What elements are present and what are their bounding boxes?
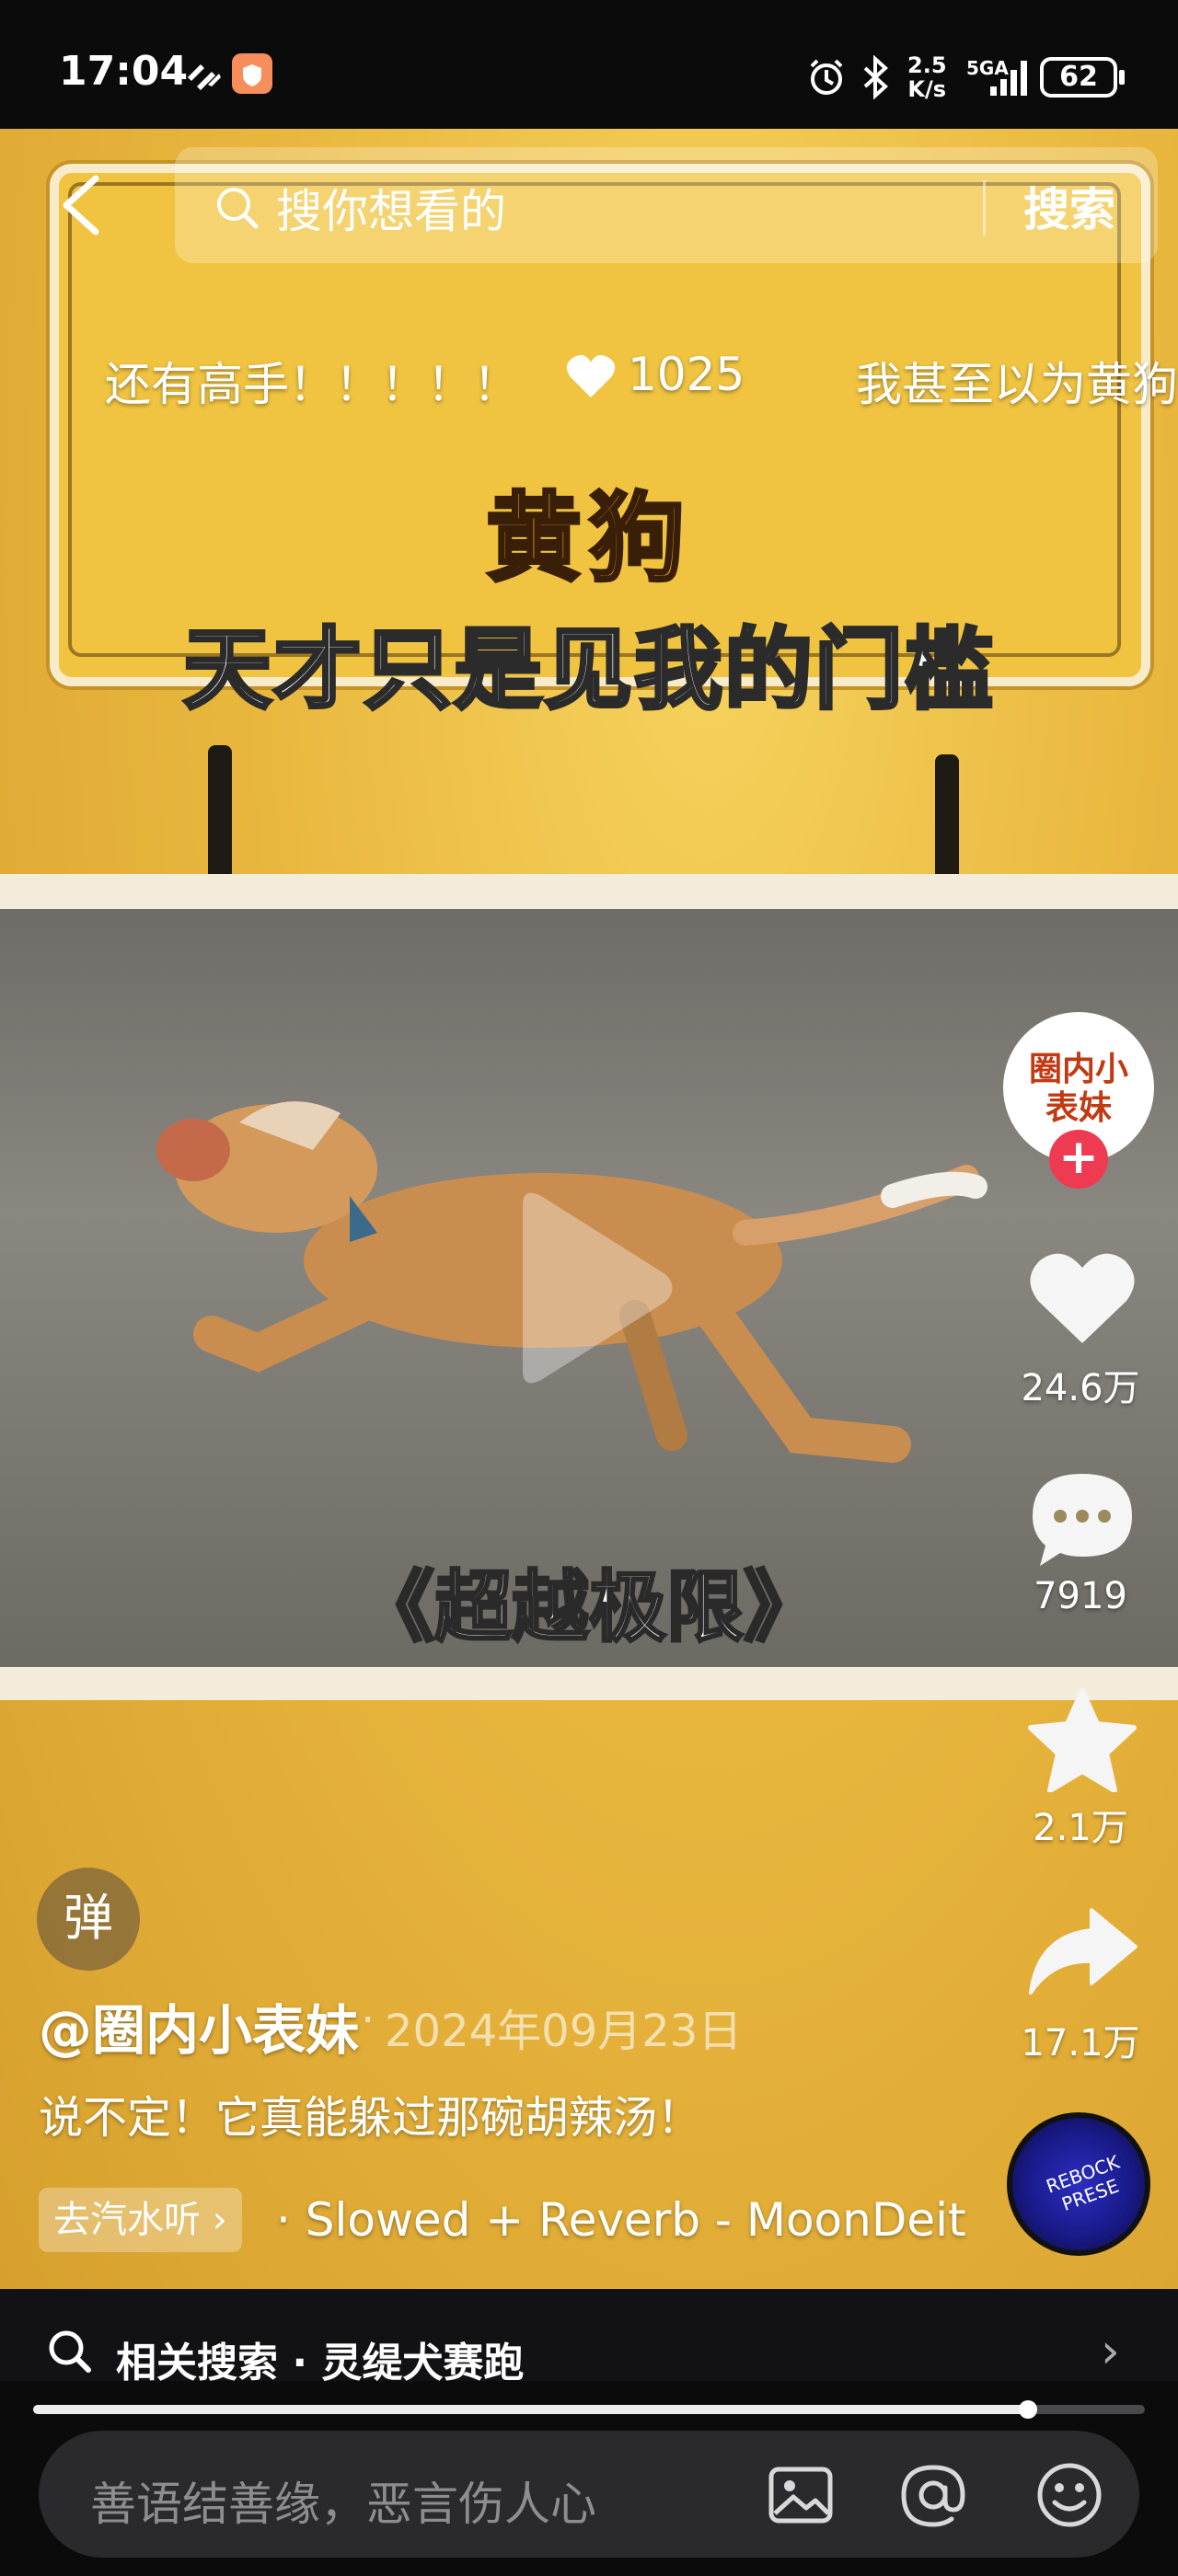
search-input[interactable]: 搜你想看的 [276,175,506,241]
related-search-label[interactable]: 相关搜索 · 灵缇犬赛跑 [116,2329,524,2388]
progress-fill [33,2405,1029,2414]
status-time: 17:04 [59,48,189,95]
post-description: 说不定！它真能躲过那碗胡辣汤！ [39,2092,702,2144]
danmaku-like-count: 1025 [628,348,745,401]
search-button[interactable]: 搜索 [1023,173,1115,239]
heart-icon [566,355,616,397]
chevron-right-icon[interactable]: › [1101,2324,1120,2379]
battery-tip [1119,70,1125,85]
search-divider [983,180,986,236]
mention-icon[interactable] [898,2460,968,2530]
search-icon [49,2330,91,2373]
like-count: 24.6万 [1021,1367,1140,1409]
music-title[interactable]: · Slowed + Reverb - MoonDeit [276,2193,966,2247]
alarm-icon [810,59,843,95]
danmaku-comment: 我甚至以为黄狗 [856,358,1178,411]
avatar-text: 圈内小表妹 [1028,1051,1128,1127]
signboard-post-left [208,745,232,883]
progress-handle[interactable] [1019,2400,1038,2419]
bluetooth-icon [863,55,888,99]
play-icon[interactable] [504,1187,679,1389]
danmaku-comment: 还有高手！！！！！ [105,358,519,411]
back-icon[interactable] [55,173,107,237]
frame-stripe-top [0,874,1178,911]
network-speed: 2.5 K/s [907,52,947,102]
open-music-app-button[interactable]: 去汽水听 › [39,2188,242,2252]
author-name[interactable]: @圈内小表妹 [39,1987,359,2064]
share-icon[interactable] [1025,1904,1139,1996]
battery-indicator: 62 [1040,57,1117,98]
video-headline: 黄狗 [484,480,692,596]
favorite-count: 2.1万 [1033,1807,1128,1849]
favorite-star-icon[interactable] [1027,1687,1138,1792]
like-icon[interactable] [1027,1248,1138,1347]
share-count: 17.1万 [1021,2022,1140,2064]
cell-signal-icon [990,61,1027,96]
comment-icon[interactable] [1027,1468,1138,1571]
frame-stripe-bottom [0,1667,1178,1700]
post-date: 2024年09月23日 [385,2006,743,2057]
image-icon[interactable] [766,2460,836,2530]
comment-input[interactable]: 善语结善缘，恶言伤人心 [90,2467,596,2534]
app-notification-icon [232,53,272,94]
search-icon [217,188,259,229]
wifi-signal-icon [188,64,221,90]
follow-button[interactable]: + [1049,1130,1108,1189]
date-separator: · [361,1995,375,2046]
danmaku-toggle-button[interactable]: 弹 [37,1868,140,1971]
emoji-icon[interactable] [1034,2460,1104,2530]
comment-count: 7919 [1034,1575,1127,1617]
music-disc-icon[interactable]: REBOCK PRESE [1007,2112,1150,2256]
signboard-post-right [935,754,959,892]
video-subheadline: 天才只是见我的门槛 [181,616,995,723]
